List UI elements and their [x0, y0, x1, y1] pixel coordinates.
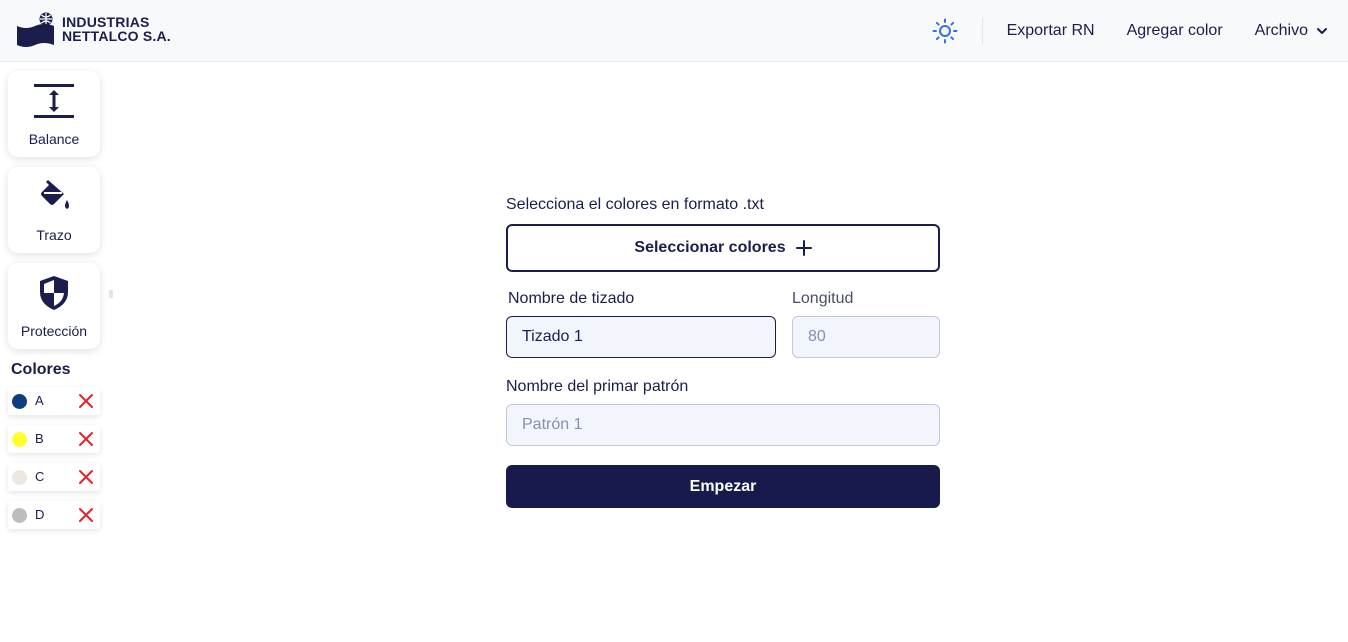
select-colors-button[interactable]: Seleccionar colores	[506, 224, 940, 272]
delete-color-icon[interactable]	[78, 431, 94, 447]
color-name: A	[35, 393, 44, 408]
top-header: INDUSTRIAS NETTALCO S.A. Exportar RN Agr…	[0, 0, 1348, 62]
balance-icon	[34, 84, 74, 118]
add-color-link[interactable]: Agregar color	[1127, 22, 1223, 40]
color-name: B	[35, 431, 44, 446]
color-swatch	[12, 508, 27, 523]
color-swatch	[12, 432, 27, 447]
company-name-line1: INDUSTRIAS	[62, 14, 150, 30]
tool-trazo-label: Trazo	[36, 227, 72, 243]
file-menu-label: Archivo	[1254, 22, 1308, 39]
start-button[interactable]: Empezar	[506, 465, 940, 508]
color-item-c[interactable]: C	[8, 463, 100, 491]
marker-name-label: Nombre de tizado	[508, 290, 635, 307]
color-swatch	[12, 470, 27, 485]
color-name: D	[35, 507, 45, 522]
color-swatch	[12, 394, 27, 409]
tool-balance-label: Balance	[28, 131, 80, 147]
paint-bucket-icon	[41, 180, 69, 209]
company-logo[interactable]: INDUSTRIAS NETTALCO S.A.	[16, 12, 171, 48]
plus-icon	[795, 240, 812, 256]
color-item-d[interactable]: D	[8, 501, 100, 529]
pattern-name-label: Nombre del primar patrón	[506, 378, 689, 395]
tool-trazo[interactable]: Trazo	[8, 167, 100, 253]
chevron-down-icon	[1317, 28, 1327, 34]
pattern-name-input[interactable]	[506, 404, 940, 446]
colors-title: Colores	[11, 361, 71, 378]
company-name-line2: NETTALCO S.A.	[62, 28, 171, 44]
tool-proteccion[interactable]: Protección	[8, 263, 100, 349]
delete-color-icon[interactable]	[78, 507, 94, 523]
file-label: Selecciona el colores en formato .txt	[506, 196, 764, 213]
company-name: INDUSTRIAS NETTALCO S.A.	[62, 12, 171, 43]
length-label: Longitud	[792, 290, 854, 307]
header-nav: Exportar RN Agregar color Archivo	[932, 0, 1328, 62]
export-rn-link[interactable]: Exportar RN	[1007, 22, 1095, 40]
shield-icon	[40, 276, 68, 310]
tool-balance[interactable]: Balance	[8, 71, 100, 157]
color-item-b[interactable]: B	[8, 425, 100, 453]
color-item-a[interactable]: A	[8, 387, 100, 415]
nettalco-logo-icon	[17, 12, 54, 47]
sun-icon[interactable]	[932, 18, 958, 44]
length-input[interactable]	[792, 316, 940, 358]
marker-name-input[interactable]	[506, 316, 776, 358]
delete-color-icon[interactable]	[78, 469, 94, 485]
color-name: C	[35, 469, 45, 484]
delete-color-icon[interactable]	[78, 393, 94, 409]
select-colors-label: Seleccionar colores	[634, 239, 786, 256]
file-menu[interactable]: Archivo	[1255, 22, 1328, 40]
tool-proteccion-label: Protección	[20, 323, 88, 339]
header-divider	[981, 18, 983, 44]
sidebar-resize-handle[interactable]	[109, 290, 113, 298]
